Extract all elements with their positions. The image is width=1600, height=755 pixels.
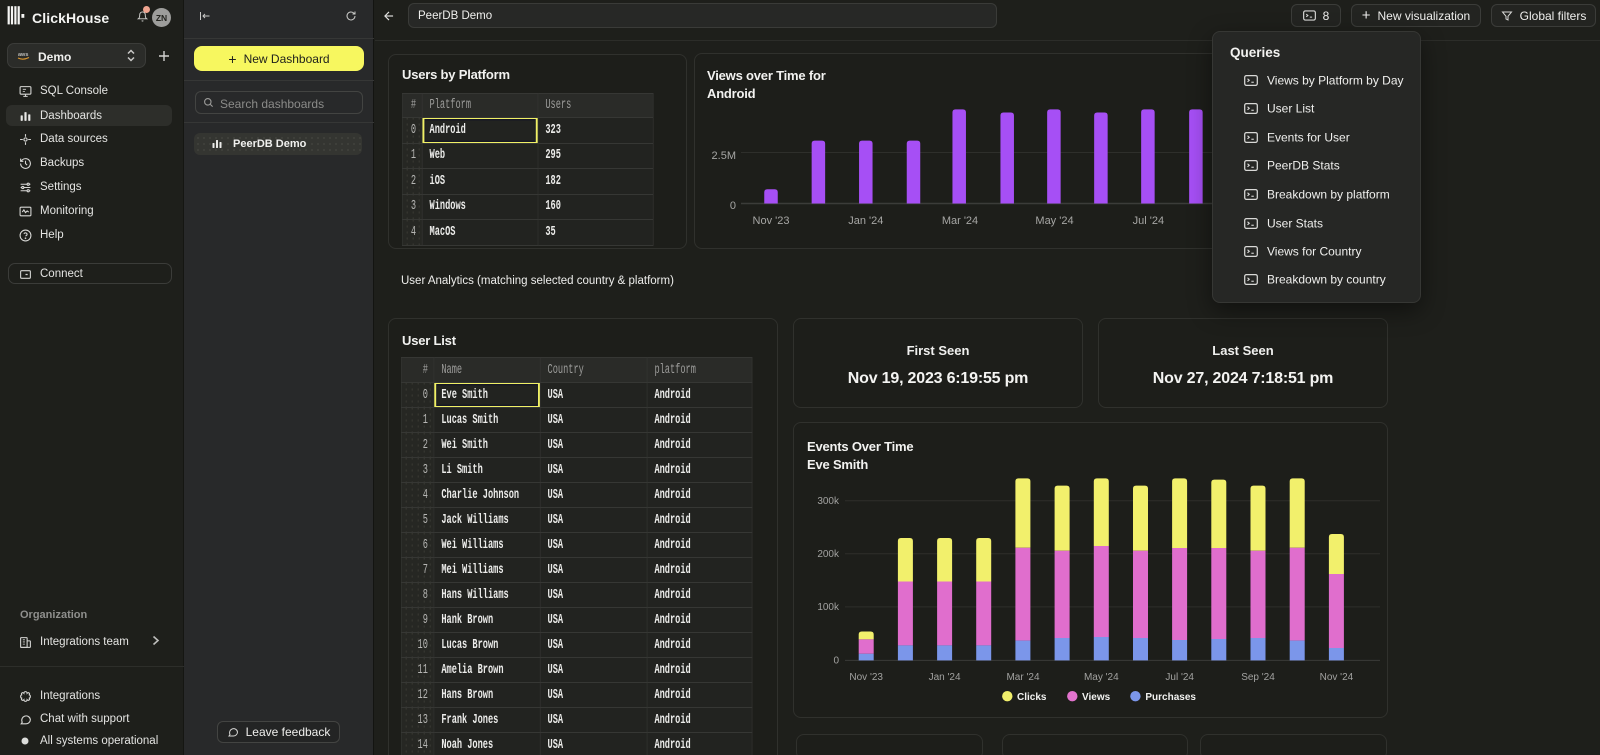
svg-text:Purchases: Purchases: [1145, 692, 1196, 703]
svg-text:Mar '24: Mar '24: [1006, 672, 1039, 683]
svg-text:Nov '23: Nov '23: [753, 215, 790, 227]
svg-text:Nov '24: Nov '24: [1320, 672, 1354, 683]
svg-text:Jul '24: Jul '24: [1133, 215, 1164, 227]
svg-text:0: 0: [730, 200, 736, 212]
svg-text:May '24: May '24: [1035, 215, 1073, 227]
svg-text:Clicks: Clicks: [1017, 692, 1047, 703]
svg-text:Jan '24: Jan '24: [848, 215, 883, 227]
svg-text:0: 0: [833, 656, 839, 667]
svg-text:aws: aws: [18, 52, 28, 58]
svg-text:Mar '24: Mar '24: [942, 215, 978, 227]
svg-text:2.5M: 2.5M: [712, 150, 736, 162]
svg-text:May '24: May '24: [1084, 672, 1119, 683]
svg-text:Jan '24: Jan '24: [929, 672, 961, 683]
svg-text:Jul '24: Jul '24: [1165, 672, 1194, 683]
svg-text:200k: 200k: [817, 549, 840, 560]
svg-text:100k: 100k: [817, 602, 840, 613]
svg-text:300k: 300k: [817, 496, 840, 507]
svg-text:Views: Views: [1082, 692, 1111, 703]
svg-text:Nov '23: Nov '23: [849, 672, 883, 683]
svg-text:Sep '24: Sep '24: [1241, 672, 1275, 683]
